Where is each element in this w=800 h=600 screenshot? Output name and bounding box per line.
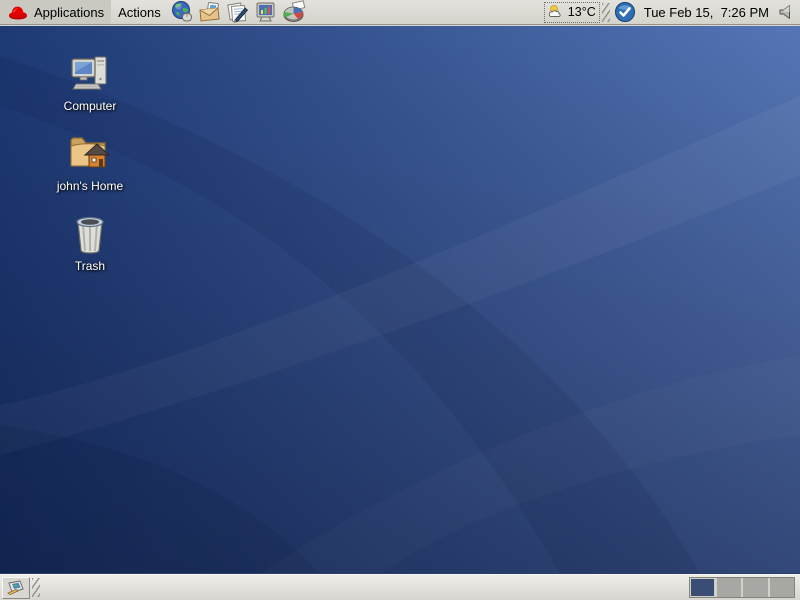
documents-pen-icon xyxy=(226,0,250,24)
update-notifier-applet[interactable] xyxy=(612,1,638,23)
applications-menu[interactable]: Applications xyxy=(0,0,111,24)
show-desktop-icon xyxy=(6,580,26,596)
cloud-sun-icon xyxy=(547,3,567,21)
blue-check-circle-icon xyxy=(614,1,636,23)
web-browser-launcher[interactable] xyxy=(168,0,196,24)
applet-drag-handle[interactable] xyxy=(602,3,610,22)
desktop-icon-computer[interactable]: Computer xyxy=(47,52,133,113)
speaker-icon xyxy=(777,3,795,21)
show-desktop-button[interactable] xyxy=(2,577,30,599)
bottom-panel xyxy=(0,574,800,600)
computer-icon xyxy=(68,52,112,96)
weather-temperature: 13°C xyxy=(568,5,596,19)
top-panel: Applications Actions xyxy=(0,0,800,25)
home-folder-icon xyxy=(67,130,113,176)
desktop-background[interactable]: Computer john's Home T xyxy=(0,26,800,574)
actions-menu[interactable]: Actions xyxy=(111,0,168,24)
desktop-icon-trash[interactable]: Trash xyxy=(47,212,133,273)
clock-applet[interactable]: Tue Feb 15, 7:26 PM xyxy=(638,5,775,20)
desktop-icon-label: Trash xyxy=(75,260,105,273)
word-processor-launcher[interactable] xyxy=(224,0,252,24)
panel-right-applets: 13°C Tue Feb 15, 7:26 PM xyxy=(544,0,800,24)
desktop-icon-label: Computer xyxy=(64,100,117,113)
workspace-cell-2[interactable] xyxy=(717,578,744,597)
applications-menu-label: Applications xyxy=(34,5,104,20)
desktop-icon-label: john's Home xyxy=(57,180,123,193)
presentation-launcher[interactable] xyxy=(252,0,280,24)
email-launcher[interactable] xyxy=(196,0,224,24)
trash-icon xyxy=(70,212,110,256)
panel-drag-handle[interactable] xyxy=(32,578,40,597)
desktop-screen: Applications Actions xyxy=(0,0,800,600)
spreadsheet-launcher[interactable] xyxy=(280,0,308,24)
workspace-cell-3[interactable] xyxy=(743,578,770,597)
redhat-fedora-icon xyxy=(7,4,29,20)
desktop-icon-home[interactable]: john's Home xyxy=(47,130,133,193)
volume-applet[interactable] xyxy=(775,3,800,21)
actions-menu-label: Actions xyxy=(118,5,161,20)
workspace-switcher xyxy=(689,577,795,598)
workspace-cell-4[interactable] xyxy=(770,578,795,597)
monitor-chart-icon xyxy=(254,0,278,24)
weather-applet[interactable]: 13°C xyxy=(544,2,600,23)
envelope-photo-icon xyxy=(198,0,222,24)
globe-mouse-icon xyxy=(170,0,194,24)
workspace-cell-1[interactable] xyxy=(690,578,717,597)
pie-chart-icon xyxy=(282,0,306,24)
